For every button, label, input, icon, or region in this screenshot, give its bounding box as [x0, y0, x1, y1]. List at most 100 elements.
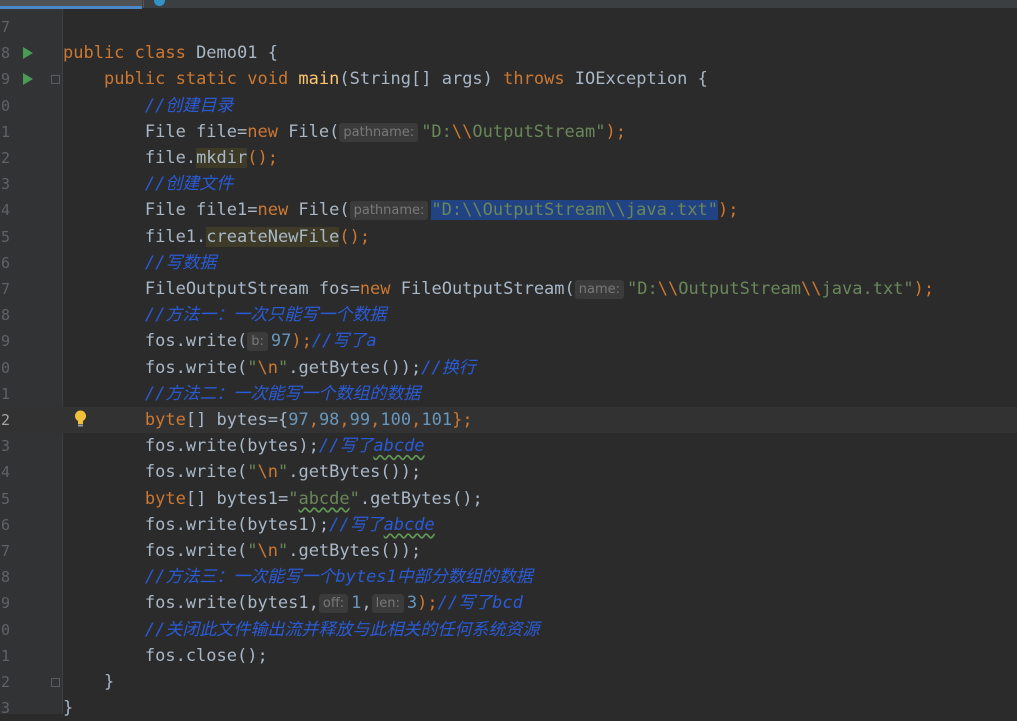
code-line[interactable]: 0 //创建目录: [0, 93, 1017, 119]
code-line[interactable]: 7 FileOutputStream fos=new FileOutputStr…: [0, 276, 1017, 302]
code-text[interactable]: public class Demo01 {: [63, 40, 278, 66]
code-text[interactable]: //写数据: [63, 250, 216, 276]
code-text[interactable]: //方法三：一次能写一个bytes1中部分数组的数据: [63, 564, 533, 590]
lightbulb-icon[interactable]: [74, 410, 87, 428]
code-token: [] bytes1=: [185, 488, 289, 509]
parameter-hint: b:: [247, 332, 268, 352]
code-text[interactable]: //关闭此文件输出流并释放与此相关的任何系统资源: [63, 617, 539, 643]
code-text[interactable]: File file=new File(pathname: "D:\\OutputS…: [63, 119, 626, 145]
code-token: File file=: [63, 121, 248, 142]
code-text[interactable]: File file1=new File(pathname: "D:\\Output…: [63, 197, 738, 223]
code-line[interactable]: 9 fos.write(bytes1, off: 1, len: 3);//写了bcd: [0, 590, 1017, 616]
code-token: //写了: [329, 514, 384, 535]
code-text[interactable]: fos.write("\n".getBytes());: [63, 538, 421, 564]
code-line[interactable]: 6 fos.write(bytes1);//写了abcde: [0, 512, 1017, 538]
code-token: //方法二：一次能写一个数组的数据: [144, 383, 421, 404]
code-token: );: [913, 279, 935, 299]
fold-icon[interactable]: [51, 678, 60, 687]
code-line[interactable]: 5 byte[] bytes1="abcde".getBytes();: [0, 486, 1017, 512]
code-line[interactable]: 2 }: [0, 669, 1017, 695]
code-text[interactable]: //创建目录: [63, 93, 233, 119]
code-token: ": [247, 462, 258, 483]
code-line[interactable]: 2 file.mkdir();: [0, 145, 1017, 171]
code-token: //换行: [421, 357, 476, 378]
code-text[interactable]: FileOutputStream fos=new FileOutputStrea…: [63, 276, 934, 302]
code-token: main: [298, 69, 340, 90]
code-text[interactable]: //创建文件: [63, 171, 233, 197]
code-token: //写了bcd: [437, 593, 523, 614]
fold-icon[interactable]: [51, 75, 60, 85]
line-number: 6: [0, 253, 10, 272]
code-token: ": [349, 488, 360, 509]
code-text[interactable]: byte[] bytes={97,98,99,100,101};: [63, 407, 473, 433]
code-token: Demo01 {: [196, 43, 278, 64]
code-line[interactable]: 7 fos.write("\n".getBytes());: [0, 538, 1017, 564]
code-token: .getBytes());: [288, 357, 422, 378]
code-token: //方法三：一次能写一个bytes1中部分数组的数据: [144, 567, 533, 588]
code-line[interactable]: 1 fos.close();: [0, 643, 1017, 669]
code-line[interactable]: 1 //方法二：一次能写一个数组的数据: [0, 381, 1017, 407]
code-token: ();: [247, 148, 278, 168]
code-token: //写数据: [144, 252, 217, 273]
code-line[interactable]: 3 fos.write(bytes);//写了abcde: [0, 433, 1017, 459]
code-line[interactable]: 6 //写数据: [0, 250, 1017, 276]
line-number: 1: [0, 646, 10, 665]
code-token: );: [291, 331, 312, 352]
code-token: java.txt": [821, 279, 914, 299]
code-text[interactable]: file1.createNewFile();: [63, 224, 370, 250]
code-token: abcde: [373, 436, 425, 457]
code-line[interactable]: 3 //创建文件: [0, 171, 1017, 197]
code-line[interactable]: 0 fos.write("\n".getBytes());//换行: [0, 355, 1017, 381]
code-line[interactable]: 4 File file1=new File(pathname: "D:\\Outp…: [0, 197, 1017, 223]
line-number: 4: [0, 463, 10, 482]
line-number: 3: [0, 175, 10, 194]
code-text[interactable]: fos.write(bytes);//写了abcde: [63, 433, 425, 459]
code-text[interactable]: fos.write(bytes1);//写了abcde: [63, 512, 435, 538]
code-token: fos.write(bytes);: [63, 436, 319, 457]
code-line[interactable]: 3}: [0, 695, 1017, 721]
code-token: ,: [308, 410, 319, 430]
code-text[interactable]: fos.write(b: 97);//写了a: [63, 328, 377, 354]
code-token: 97: [270, 331, 292, 352]
line-number: 2: [0, 411, 10, 429]
code-text[interactable]: fos.write(bytes1, off: 1, len: 3);//写了bcd: [63, 590, 523, 616]
code-text[interactable]: //方法一：一次只能写一个数据: [63, 302, 386, 328]
code-token: };: [452, 410, 473, 430]
code-text[interactable]: }: [63, 695, 73, 721]
code-line[interactable]: 8 //方法一：一次只能写一个数据: [0, 302, 1017, 328]
run-icon[interactable]: [23, 73, 33, 86]
code-text[interactable]: }: [63, 669, 114, 695]
code-text[interactable]: fos.close();: [63, 643, 268, 669]
java-class-icon[interactable]: [154, 0, 165, 6]
code-line[interactable]: 0 //关闭此文件输出流并释放与此相关的任何系统资源: [0, 617, 1017, 643]
code-text[interactable]: fos.write("\n".getBytes());: [63, 459, 421, 485]
code-text[interactable]: file.mkdir();: [63, 145, 278, 171]
line-number: 0: [0, 96, 10, 115]
code-text[interactable]: public static void main(String[] args) t…: [63, 66, 708, 92]
run-icon[interactable]: [23, 47, 33, 60]
code-line[interactable]: 8 //方法三：一次能写一个bytes1中部分数组的数据: [0, 564, 1017, 590]
code-token: new: [247, 121, 289, 142]
code-token: 100: [380, 410, 412, 430]
code-text[interactable]: fos.write("\n".getBytes());//换行: [63, 355, 476, 381]
code-text[interactable]: byte[] bytes1="abcde".getBytes();: [63, 486, 483, 512]
code-line[interactable]: 9 public static void main(String[] args)…: [0, 66, 1017, 92]
code-line[interactable]: 8 public class Demo01 {: [0, 40, 1017, 66]
code-token: );: [417, 593, 438, 614]
code-line[interactable]: 1 File file=new File(pathname: "D:\\Outpu…: [0, 119, 1017, 145]
code-text[interactable]: //方法二：一次能写一个数组的数据: [63, 381, 420, 407]
code-token: ": [277, 357, 289, 378]
code-line[interactable]: 4 fos.write("\n".getBytes());: [0, 459, 1017, 485]
code-line[interactable]: 7: [0, 14, 1017, 40]
code-token: (String[] args): [339, 69, 504, 90]
code-line[interactable]: 2 byte[] bytes={97,98,99,100,101};: [0, 407, 1017, 433]
code-line[interactable]: 5 file1.createNewFile();: [0, 224, 1017, 250]
code-token: byte: [144, 488, 186, 509]
code-token: ": [277, 541, 289, 561]
line-number: 2: [0, 149, 10, 167]
code-line[interactable]: 9 fos.write(b: 97);//写了a: [0, 328, 1017, 354]
code-token: File(: [298, 200, 350, 221]
